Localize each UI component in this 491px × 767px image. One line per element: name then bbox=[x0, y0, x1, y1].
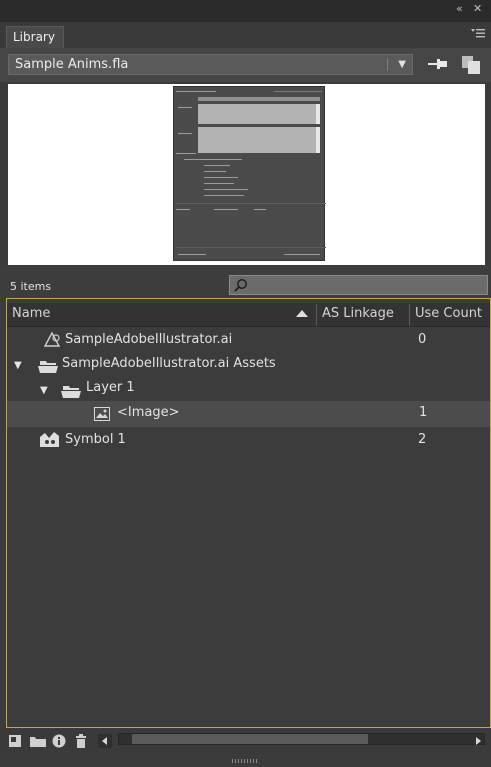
expand-toggle-icon[interactable]: ▼ bbox=[40, 385, 48, 396]
item-use-count: 0 bbox=[418, 332, 427, 347]
panel-top-strip bbox=[0, 0, 491, 23]
column-header-use-count[interactable]: Use Count bbox=[415, 306, 482, 321]
properties-icon[interactable] bbox=[52, 733, 66, 748]
preview-thumbnail bbox=[173, 86, 326, 261]
expand-toggle-icon[interactable]: ▼ bbox=[14, 360, 22, 371]
new-library-panel-icon[interactable] bbox=[462, 56, 480, 74]
dropdown-separator bbox=[387, 58, 388, 71]
folder-icon bbox=[61, 383, 81, 402]
item-name: SampleAdobeIllustrator.ai Assets bbox=[62, 356, 276, 371]
column-divider[interactable] bbox=[316, 304, 317, 326]
new-folder-icon[interactable] bbox=[30, 733, 46, 747]
document-name: Sample Anims.fla bbox=[15, 57, 129, 72]
search-icon bbox=[234, 279, 247, 292]
item-name: SampleAdobeIllustrator.ai bbox=[65, 332, 233, 347]
column-header-name[interactable]: Name bbox=[12, 306, 50, 321]
search-input[interactable] bbox=[229, 275, 488, 295]
item-name: Layer 1 bbox=[86, 380, 135, 395]
sort-ascending-icon[interactable] bbox=[296, 310, 308, 317]
resize-grip[interactable] bbox=[232, 748, 262, 763]
close-panel-icon[interactable]: ✕ bbox=[473, 2, 482, 15]
tab-library[interactable]: Library bbox=[6, 26, 64, 48]
document-dropdown[interactable]: Sample Anims.fla ▼ bbox=[8, 54, 413, 75]
item-name: <Image> bbox=[117, 405, 180, 420]
scroll-left-icon[interactable] bbox=[98, 733, 112, 748]
tab-bar bbox=[0, 22, 491, 48]
delete-trash-icon[interactable] bbox=[74, 733, 88, 748]
new-symbol-icon[interactable] bbox=[8, 733, 22, 747]
pin-library-icon[interactable] bbox=[428, 57, 448, 75]
column-divider[interactable] bbox=[409, 304, 410, 326]
chevron-down-icon: ▼ bbox=[398, 59, 406, 70]
column-header-as-linkage[interactable]: AS Linkage bbox=[322, 306, 394, 321]
item-use-count: 2 bbox=[418, 432, 427, 447]
panel-menu-icon[interactable] bbox=[471, 27, 485, 41]
table-row[interactable] bbox=[7, 401, 490, 427]
panel-menu-glyph bbox=[471, 29, 485, 38]
items-count: 5 items bbox=[10, 280, 52, 293]
folder-icon bbox=[38, 358, 58, 377]
bitmap-icon bbox=[94, 406, 110, 425]
collapse-panel-icon[interactable]: « bbox=[456, 2, 463, 15]
scroll-right-icon[interactable] bbox=[473, 733, 487, 747]
illustrator-symbol-icon bbox=[43, 331, 61, 352]
movieclip-symbol-icon bbox=[40, 430, 60, 452]
scrollbar-thumb[interactable] bbox=[132, 734, 368, 744]
item-name: Symbol 1 bbox=[65, 432, 126, 447]
item-use-count: 1 bbox=[419, 405, 428, 420]
